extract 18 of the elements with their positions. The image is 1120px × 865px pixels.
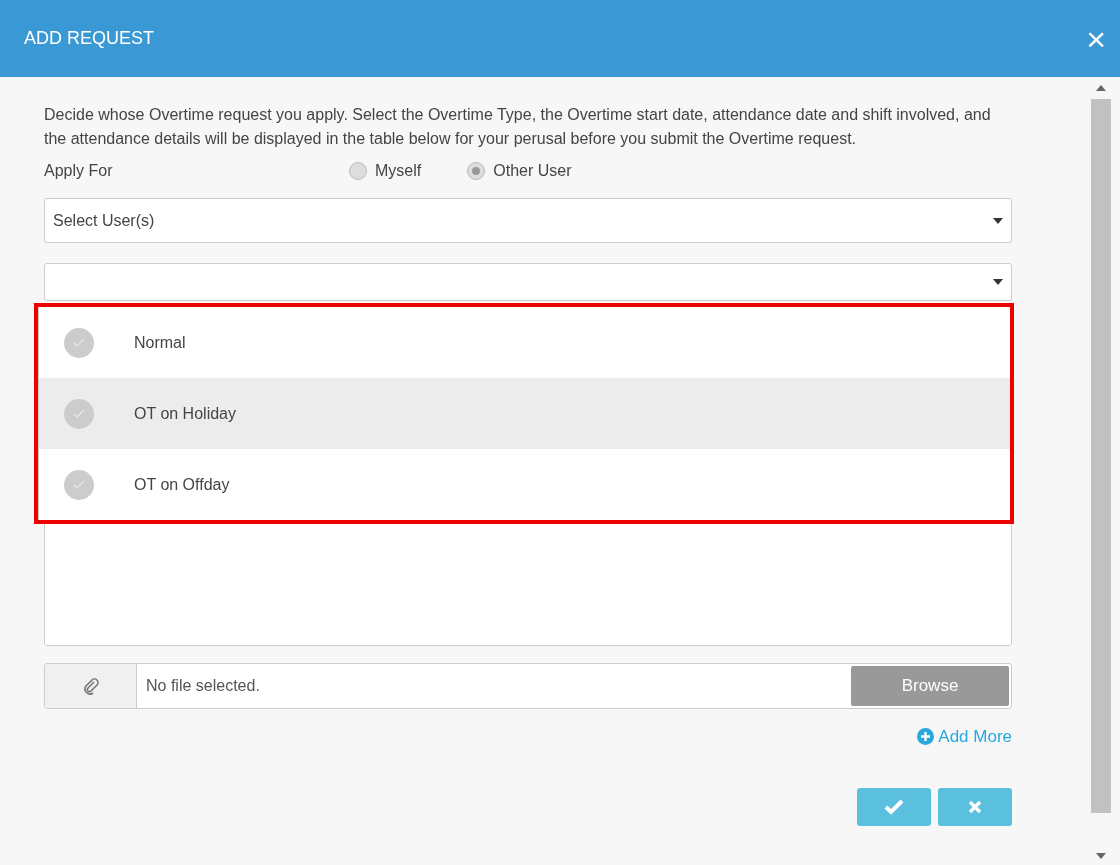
- dialog-title: ADD REQUEST: [24, 27, 155, 50]
- radio-option[interactable]: Other User: [467, 159, 572, 183]
- dropdown-option[interactable]: OT on Offday: [38, 449, 1010, 520]
- user-select[interactable]: Select User(s): [44, 198, 1012, 243]
- caret-icon: [993, 217, 1003, 224]
- radio-button[interactable]: [467, 162, 486, 180]
- plus-circle-icon: [917, 728, 935, 746]
- field-label: Apply For: [44, 161, 114, 181]
- radio-option[interactable]: Myself: [349, 159, 422, 183]
- instruction-text: Decide whose Overtime request you apply. Select the Overtime Type, the Overtime start date, attendance date and shift involved, and the attendance details will be displayed in the table below for your perusal before you submit the Overtime request.: [44, 105, 992, 149]
- cancel-button[interactable]: [938, 787, 1012, 826]
- confirm-button[interactable]: [856, 787, 931, 826]
- radio-button[interactable]: [349, 162, 367, 180]
- close-icon: [968, 799, 982, 814]
- dropdown-option[interactable]: OT on Holiday: [38, 378, 1010, 449]
- type-select[interactable]: [44, 263, 1012, 301]
- check-icon: [883, 798, 904, 815]
- caret-icon: [993, 279, 1003, 285]
